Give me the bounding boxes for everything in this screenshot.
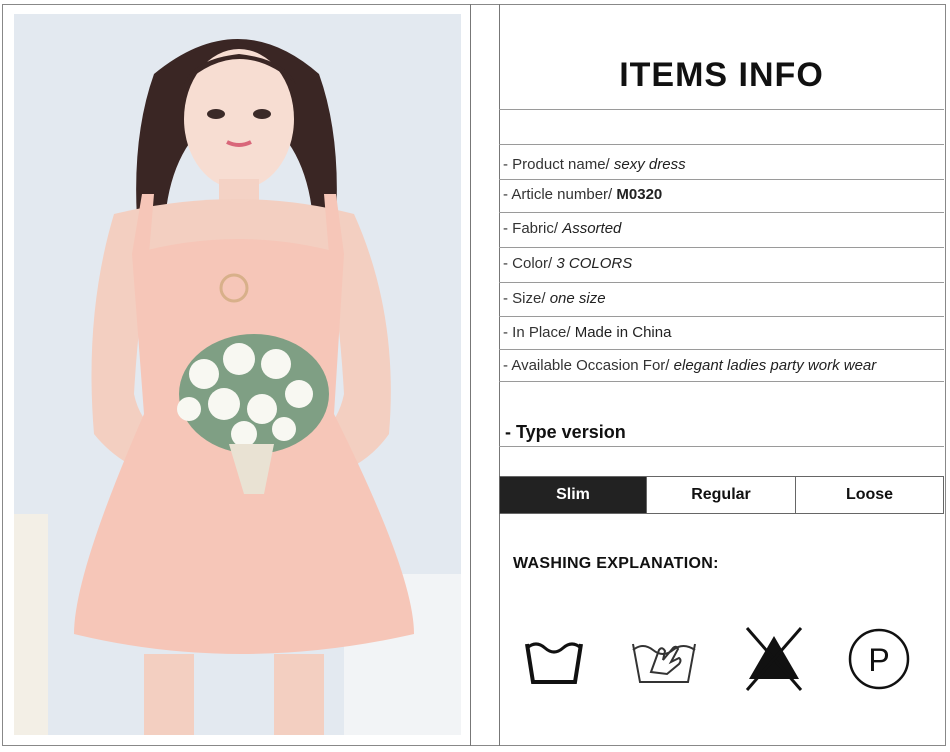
fit-option-label: Slim <box>556 486 590 503</box>
info-row-article-number: - Article number/ M0320 <box>503 186 662 203</box>
row-label: - Size/ <box>503 290 546 307</box>
row-label: - Color/ <box>503 255 553 272</box>
divider-line <box>499 179 944 180</box>
row-value: Made in China <box>574 324 672 341</box>
info-row-color: - Color/ 3 COLORS <box>503 255 632 272</box>
dry-clean-p-icon: P <box>844 624 914 694</box>
fit-option-label: Loose <box>845 486 894 503</box>
fit-option-slim[interactable]: Slim <box>499 476 647 514</box>
divider-line <box>499 212 944 213</box>
info-row-occasion: - Available Occasion For/ elegant ladies… <box>503 357 876 374</box>
divider-line <box>499 446 944 447</box>
info-row-fabric: - Fabric/ Assorted <box>503 220 621 237</box>
row-label: - Fabric/ <box>503 220 559 237</box>
row-value: M0320 <box>616 186 663 203</box>
row-label: - Article number/ <box>503 186 613 203</box>
divider-line <box>499 349 944 350</box>
items-info-title: ITEMS INFO <box>619 56 824 94</box>
row-value: 3 COLORS <box>556 255 633 272</box>
divider-line <box>499 282 944 283</box>
info-row-place: - In Place/ Made in China <box>503 324 671 341</box>
divider-line <box>499 109 944 110</box>
fit-option-loose[interactable]: Loose <box>795 476 944 514</box>
model-illustration <box>14 14 461 735</box>
do-not-bleach-icon <box>739 624 809 694</box>
hand-wash-icon <box>629 624 699 694</box>
divider-line <box>499 316 944 317</box>
divider-line <box>470 4 471 746</box>
type-version-heading: - Type version <box>505 422 626 442</box>
row-label: - Product name/ <box>503 156 610 173</box>
divider-line <box>499 381 944 382</box>
row-value: elegant ladies party work wear <box>673 357 877 374</box>
machine-wash-icon <box>519 624 589 694</box>
row-value: one size <box>549 290 606 307</box>
info-row-size: - Size/ one size <box>503 290 606 307</box>
product-photo <box>14 14 461 735</box>
row-label: - In Place/ <box>503 324 571 341</box>
info-row-product-name: - Product name/ sexy dress <box>503 156 686 173</box>
divider-line <box>499 144 944 145</box>
washing-explanation-title: WASHING EXPLANATION: <box>513 555 719 572</box>
divider-line <box>499 247 944 248</box>
fit-option-label: Regular <box>691 486 751 503</box>
dry-clean-letter: P <box>868 642 889 678</box>
row-value: sexy dress <box>613 156 686 173</box>
row-label: - Available Occasion For/ <box>503 357 670 374</box>
fit-option-regular[interactable]: Regular <box>646 476 796 514</box>
items-info-panel: ITEMS INFO - Product name/ sexy dress - … <box>499 4 944 746</box>
row-value: Assorted <box>562 220 622 237</box>
